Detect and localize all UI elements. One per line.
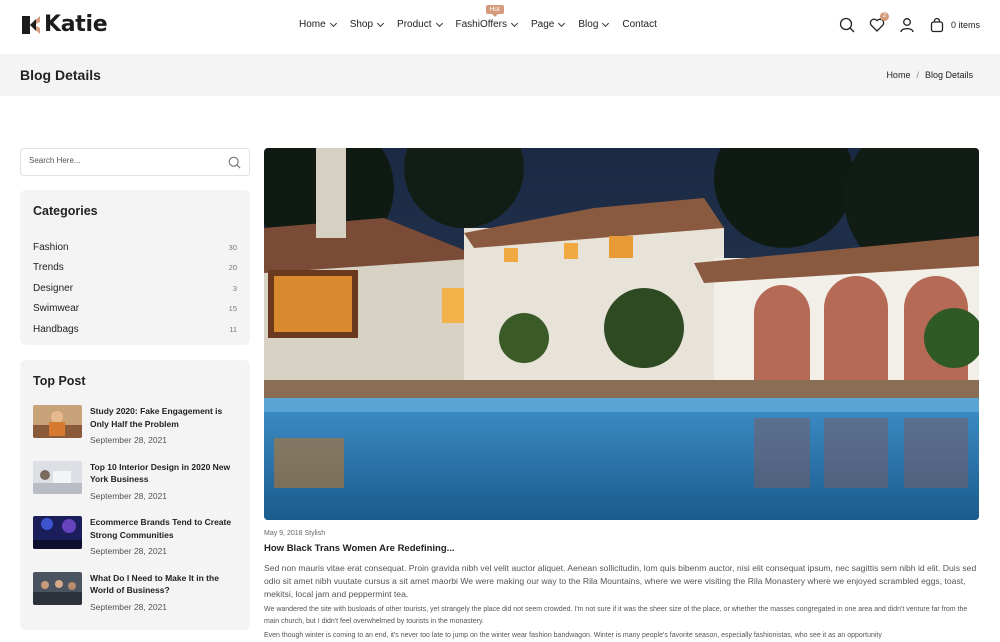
brand-name: Katie bbox=[44, 12, 108, 37]
category-name: Fashion bbox=[33, 241, 69, 253]
category-name: Handbags bbox=[33, 323, 79, 335]
top-post-title: Top Post bbox=[33, 374, 86, 388]
top-post-item[interactable]: What Do I Need to Make It in the World o… bbox=[33, 571, 243, 628]
post-date: September 28, 2021 bbox=[90, 435, 168, 445]
nav-item-shop[interactable]: Shop bbox=[349, 19, 385, 30]
nav-label: Blog bbox=[578, 19, 599, 30]
site-header: Katie Home Shop Product Hot FashiOffers … bbox=[0, 0, 1000, 54]
category-count: 11 bbox=[229, 324, 237, 334]
cart-button[interactable]: 0 items bbox=[929, 17, 980, 33]
post-thumbnail[interactable] bbox=[33, 460, 82, 494]
category-item-fashion[interactable]: Fashion 30 bbox=[33, 237, 237, 258]
post-date: September 28, 2021 bbox=[90, 601, 168, 612]
article-title: How Black Trans Women Are Redefining... bbox=[264, 543, 455, 554]
article-paragraph: We wandered the site with busloads of ot… bbox=[264, 606, 968, 625]
cart-label: 0 items bbox=[950, 20, 980, 30]
chevron-down-icon bbox=[435, 19, 443, 27]
article-meta: May 9, 2018 Stylish bbox=[264, 530, 326, 537]
top-post-item[interactable]: Ecommerce Brands Tend to Create Strong C… bbox=[33, 516, 243, 572]
category-item-trends[interactable]: Trends 20 bbox=[33, 258, 237, 279]
post-title[interactable]: What Do I Need to Make It in the World o… bbox=[90, 572, 243, 597]
logo-icon bbox=[20, 14, 42, 36]
article-hero-image bbox=[264, 148, 979, 520]
top-post-item[interactable]: Top 10 Interior Design in 2020 New York … bbox=[33, 460, 243, 517]
article-paragraph: Even though winter is coming to an end, … bbox=[264, 632, 882, 639]
post-thumbnail[interactable] bbox=[33, 571, 82, 605]
chevron-down-icon bbox=[510, 19, 519, 27]
nav-label: Product bbox=[397, 19, 432, 30]
nav-label: Page bbox=[531, 19, 555, 30]
category-name: Designer bbox=[33, 282, 74, 294]
post-title[interactable]: Study 2020: Fake Engagement is Only Half… bbox=[90, 405, 243, 430]
search-icon[interactable] bbox=[839, 17, 855, 33]
categories-list: Fashion 30 Trends 20 Designer 3 Swimwear… bbox=[33, 237, 237, 340]
chevron-down-icon bbox=[377, 19, 385, 27]
category-item-handbags[interactable]: Handbags 11 bbox=[33, 319, 237, 340]
hot-badge: Hot bbox=[485, 5, 504, 17]
breadcrumb: Home / Blog Details bbox=[886, 70, 973, 80]
article-paragraph: Sed non mauris vitae erat consequat. Pro… bbox=[264, 563, 977, 599]
post-date: September 28, 2021 bbox=[90, 546, 168, 556]
main-nav: Home Shop Product Hot FashiOffers Page B… bbox=[299, 5, 671, 30]
heart-icon[interactable]: 2 bbox=[869, 12, 889, 33]
nav-item-fashioffers[interactable]: Hot FashiOffers bbox=[455, 5, 519, 30]
nav-label: Shop bbox=[349, 19, 374, 30]
category-name: Trends bbox=[33, 262, 64, 274]
nav-item-home[interactable]: Home bbox=[299, 19, 337, 30]
page-title-bar: Blog Details Home / Blog Details bbox=[0, 54, 1000, 96]
category-count: 30 bbox=[228, 242, 237, 252]
breadcrumb-current: Blog Details bbox=[924, 70, 973, 80]
page-title: Blog Details bbox=[20, 67, 101, 83]
wishlist-count: 2 bbox=[879, 12, 889, 21]
breadcrumb-separator: / bbox=[916, 70, 919, 80]
post-title[interactable]: Top 10 Interior Design in 2020 New York … bbox=[90, 461, 243, 486]
logo[interactable]: Katie bbox=[20, 12, 108, 37]
nav-item-contact[interactable]: Contact bbox=[622, 19, 656, 30]
top-post-panel: Top Post Study 2020: Fake Engagement is … bbox=[20, 360, 250, 630]
top-post-item[interactable]: Study 2020: Fake Engagement is Only Half… bbox=[33, 405, 243, 461]
post-thumbnail[interactable] bbox=[33, 405, 82, 438]
search-icon[interactable] bbox=[228, 156, 241, 169]
nav-label: Home bbox=[299, 19, 326, 30]
category-name: Swimwear bbox=[33, 303, 80, 315]
category-count: 20 bbox=[228, 263, 237, 273]
post-title[interactable]: Ecommerce Brands Tend to Create Strong C… bbox=[90, 516, 243, 541]
nav-label: FashiOffers bbox=[455, 19, 508, 30]
categories-panel: Categories Fashion 30 Trends 20 Designer… bbox=[20, 190, 250, 345]
nav-item-blog[interactable]: Blog bbox=[578, 19, 610, 30]
category-item-swimwear[interactable]: Swimwear 15 bbox=[33, 299, 237, 320]
categories-title: Categories bbox=[33, 204, 98, 218]
sidebar-search bbox=[20, 148, 250, 176]
breadcrumb-home[interactable]: Home bbox=[886, 70, 910, 80]
category-count: 3 bbox=[232, 283, 237, 293]
search-input[interactable] bbox=[29, 156, 219, 165]
header-actions: 2 0 items bbox=[839, 12, 980, 33]
chevron-down-icon bbox=[329, 19, 337, 27]
nav-item-page[interactable]: Page bbox=[531, 19, 566, 30]
category-count: 15 bbox=[228, 304, 237, 314]
post-thumbnail[interactable] bbox=[33, 516, 82, 549]
chevron-down-icon bbox=[602, 19, 610, 27]
nav-item-product[interactable]: Product bbox=[397, 19, 443, 30]
chevron-down-icon bbox=[558, 19, 566, 27]
category-item-designer[interactable]: Designer 3 bbox=[33, 278, 237, 299]
top-post-list: Study 2020: Fake Engagement is Only Half… bbox=[33, 405, 243, 627]
shopping-bag-icon bbox=[929, 17, 945, 33]
post-date: September 28, 2021 bbox=[90, 490, 168, 501]
nav-label: Contact bbox=[622, 19, 657, 30]
user-icon[interactable] bbox=[899, 17, 915, 33]
